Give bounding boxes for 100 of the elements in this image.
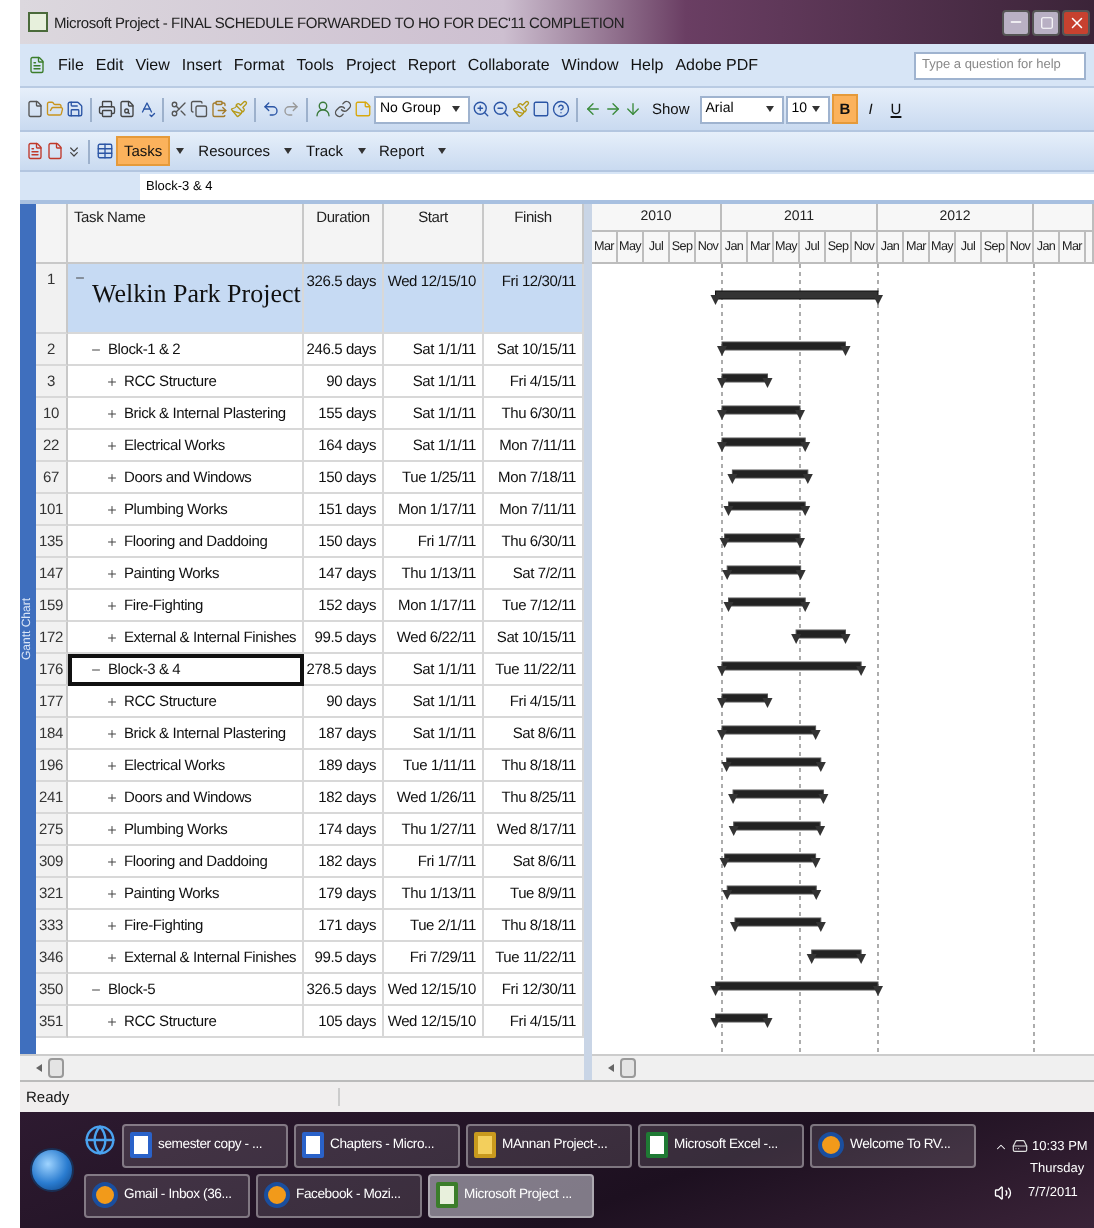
expand-icon[interactable] xyxy=(106,887,118,899)
horizontal-scrollbar[interactable] xyxy=(592,1054,1094,1080)
save-icon[interactable] xyxy=(66,100,84,118)
gantt-bar[interactable] xyxy=(717,661,867,676)
gantt-bar[interactable] xyxy=(721,757,826,772)
expand-icon[interactable] xyxy=(106,503,118,515)
zoom-out-icon[interactable] xyxy=(492,100,510,118)
gantt-bar[interactable] xyxy=(717,373,773,388)
speaker-icon[interactable] xyxy=(994,1184,1012,1202)
maximize-icon xyxy=(1039,15,1053,29)
gantt-bar[interactable] xyxy=(717,725,821,740)
pdf-icon[interactable] xyxy=(26,142,44,160)
expand-icon[interactable] xyxy=(106,1015,118,1027)
gantt-bar[interactable] xyxy=(728,789,829,804)
start-button[interactable] xyxy=(30,1148,74,1192)
document-icon[interactable] xyxy=(28,56,46,74)
menu-item[interactable]: Window xyxy=(561,56,619,74)
collapse-icon[interactable] xyxy=(90,983,102,995)
person-icon[interactable] xyxy=(314,100,332,118)
gantt-bar[interactable] xyxy=(719,853,821,868)
globe-icon xyxy=(264,1182,290,1208)
menu-item[interactable]: Help xyxy=(630,56,664,74)
expand-icon[interactable] xyxy=(106,471,118,483)
expand-icon[interactable] xyxy=(106,855,118,867)
collapse-icon[interactable] xyxy=(90,343,102,355)
expand-icon[interactable] xyxy=(106,407,118,419)
chevron-up-icon[interactable] xyxy=(994,1139,1008,1153)
collapse-icon[interactable] xyxy=(90,663,102,675)
gantt-bar[interactable] xyxy=(717,405,805,420)
expand-icon[interactable] xyxy=(106,439,118,451)
gantt-bar[interactable] xyxy=(717,437,811,452)
document-icon[interactable] xyxy=(46,142,64,160)
gantt-bar[interactable] xyxy=(791,629,851,644)
expand-icon[interactable] xyxy=(106,919,118,931)
expand-icon[interactable] xyxy=(106,759,118,771)
expand-icon[interactable] xyxy=(106,599,118,611)
gantt-bar[interactable] xyxy=(730,917,826,932)
grid-icon[interactable] xyxy=(96,142,114,160)
expand-icon[interactable] xyxy=(106,695,118,707)
caret-icon xyxy=(284,148,293,154)
gantt-bar[interactable] xyxy=(728,821,826,836)
menu-item[interactable]: Collaborate xyxy=(467,56,550,74)
print-preview-icon[interactable] xyxy=(118,100,136,118)
printer-icon[interactable] xyxy=(98,100,116,118)
menu-item[interactable]: View xyxy=(135,56,170,74)
expand-icon[interactable] xyxy=(106,823,118,835)
menu-item[interactable]: File xyxy=(58,56,84,74)
expand-icon[interactable] xyxy=(106,791,118,803)
menu-item[interactable]: Report xyxy=(407,56,456,74)
gantt-bar[interactable] xyxy=(717,341,851,356)
undo-icon[interactable] xyxy=(262,100,280,118)
arrow-right-icon[interactable] xyxy=(604,100,622,118)
gantt-bar[interactable] xyxy=(710,1013,773,1028)
document-icon xyxy=(302,1132,324,1158)
gantt-bar[interactable] xyxy=(722,565,806,580)
folder-icon xyxy=(474,1132,496,1158)
maximize-button[interactable] xyxy=(1032,9,1060,35)
minimize-button[interactable] xyxy=(1002,9,1030,35)
menu-item[interactable]: Edit xyxy=(95,56,124,74)
menu-item[interactable]: Adobe PDF xyxy=(675,56,759,74)
scissors-icon[interactable] xyxy=(170,100,188,118)
expand-icon[interactable] xyxy=(106,951,118,963)
close-button[interactable] xyxy=(1062,9,1090,35)
expand-icon[interactable] xyxy=(106,567,118,579)
expand-icon[interactable] xyxy=(106,535,118,547)
gantt-bar[interactable] xyxy=(710,290,883,305)
zoom-in-icon[interactable] xyxy=(472,100,490,118)
caret-icon xyxy=(357,148,366,154)
task-name-cell[interactable]: Welkin Park Project xyxy=(68,264,304,334)
file-icon[interactable] xyxy=(26,100,44,118)
gantt-bar[interactable] xyxy=(727,469,813,484)
expand-icon[interactable] xyxy=(106,375,118,387)
gantt-bar[interactable] xyxy=(722,885,822,900)
spellcheck-icon[interactable] xyxy=(138,100,156,118)
expand-icon[interactable] xyxy=(106,631,118,643)
menu-item[interactable]: Format xyxy=(233,56,285,74)
drive-icon[interactable] xyxy=(1012,1138,1028,1154)
square-icon[interactable] xyxy=(532,100,550,118)
arrow-down-icon[interactable] xyxy=(624,100,642,118)
copy-icon[interactable] xyxy=(190,100,208,118)
link-icon[interactable] xyxy=(334,100,352,118)
clipboard-icon[interactable] xyxy=(210,100,228,118)
menu-item[interactable]: Insert xyxy=(181,56,222,74)
help-icon[interactable] xyxy=(552,100,570,118)
gantt-bar[interactable] xyxy=(719,533,805,548)
globe-icon[interactable] xyxy=(84,1123,116,1155)
menu-item[interactable]: Project xyxy=(345,56,396,74)
gantt-bar[interactable] xyxy=(723,501,811,516)
arrow-left-icon[interactable] xyxy=(584,100,602,118)
caret-icon xyxy=(452,106,460,112)
globe-icon xyxy=(92,1182,118,1208)
gantt-bar[interactable] xyxy=(717,693,773,708)
horizontal-scrollbar[interactable] xyxy=(20,1054,584,1080)
gantt-bar[interactable] xyxy=(710,981,883,996)
gantt-bar[interactable] xyxy=(723,597,811,612)
expand-icon[interactable] xyxy=(106,727,118,739)
gantt-bar[interactable] xyxy=(806,949,867,964)
menu-item[interactable]: Tools xyxy=(296,56,334,74)
document-icon xyxy=(436,1182,458,1208)
overflow-icon[interactable] xyxy=(66,143,82,159)
